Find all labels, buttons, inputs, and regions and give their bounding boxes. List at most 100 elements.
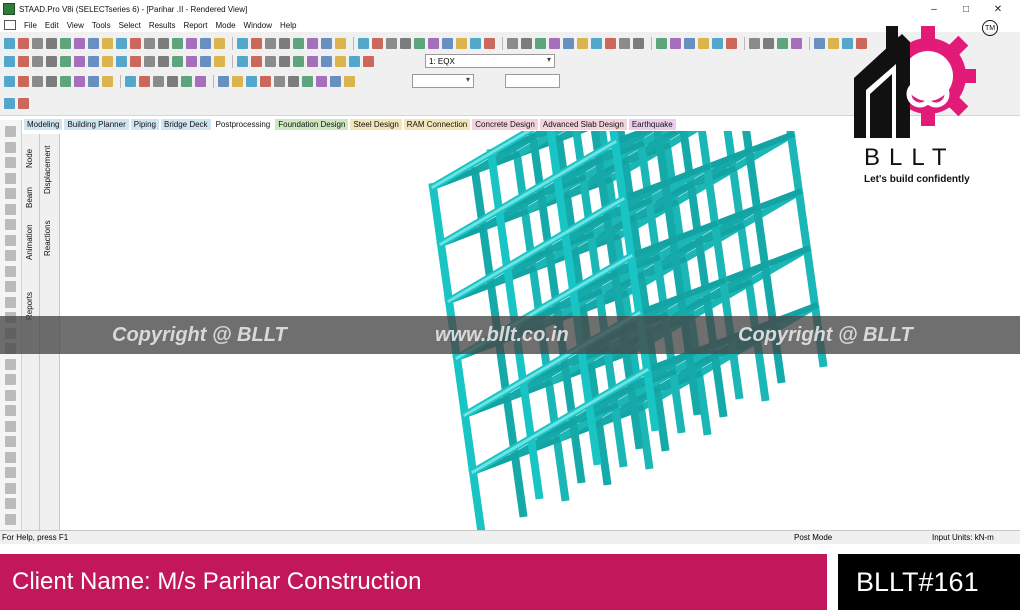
toolbar-tool-icon[interactable] <box>563 37 574 49</box>
toolbar-tool-icon[interactable] <box>4 75 15 87</box>
toolbar-tool-icon[interactable] <box>265 37 276 49</box>
toolbar-tool-icon[interactable] <box>307 55 318 67</box>
cursor-tool-icon[interactable] <box>5 358 16 370</box>
toolbar-tool-icon[interactable] <box>251 55 262 67</box>
cursor-tool-icon[interactable] <box>5 374 16 385</box>
menu-help[interactable]: Help <box>276 21 300 30</box>
page-tab-building-planner[interactable]: Building Planner <box>64 118 129 130</box>
toolbar-tool-icon[interactable] <box>144 55 155 67</box>
toolbar-tool-icon[interactable] <box>102 55 113 67</box>
toolbar-tool-icon[interactable] <box>791 37 802 49</box>
toolbar-tool-icon[interactable] <box>335 37 346 49</box>
page-tab-steel-design[interactable]: Steel Design <box>350 118 402 130</box>
toolbar-tool-icon[interactable] <box>125 75 136 87</box>
toolbar-tool-icon[interactable] <box>237 55 248 67</box>
toolbar-tool-icon[interactable] <box>363 55 374 67</box>
toolbar-tool-icon[interactable] <box>400 37 411 49</box>
toolbar-tool-icon[interactable] <box>321 55 332 67</box>
toolbar-tool-icon[interactable] <box>749 37 760 49</box>
toolbar-tool-icon[interactable] <box>712 37 723 49</box>
toolbar-tool-icon[interactable] <box>591 37 602 49</box>
toolbar-tool-icon[interactable] <box>372 37 383 49</box>
cursor-tool-icon[interactable] <box>5 436 16 447</box>
toolbar-tool-icon[interactable] <box>32 37 43 49</box>
page-tab-piping[interactable]: Piping <box>130 118 159 130</box>
toolbar-tool-icon[interactable] <box>549 37 560 49</box>
cursor-tool-icon[interactable] <box>5 126 16 137</box>
cursor-tool-icon[interactable] <box>5 203 16 215</box>
toolbar-tool-icon[interactable] <box>330 75 341 87</box>
toolbar-tool-icon[interactable] <box>293 37 304 49</box>
toolbar-tool-icon[interactable] <box>195 75 206 87</box>
toolbar-tool-icon[interactable] <box>130 37 141 49</box>
toolbar-tool-icon[interactable] <box>46 75 57 87</box>
toolbar-tool-icon[interactable] <box>470 37 481 49</box>
toolbar-tool-icon[interactable] <box>726 37 737 49</box>
toolbar-tool-icon[interactable] <box>232 75 243 87</box>
toolbar-tool-icon[interactable] <box>102 75 113 87</box>
cursor-tool-icon[interactable] <box>5 467 16 478</box>
toolbar-tool-icon[interactable] <box>344 75 355 87</box>
scale-input[interactable] <box>505 74 560 88</box>
toolbar-tool-icon[interactable] <box>218 75 229 87</box>
toolbar-tool-icon[interactable] <box>60 75 71 87</box>
toolbar-tool-icon[interactable] <box>158 55 169 67</box>
toolbar-tool-icon[interactable] <box>246 75 257 87</box>
page-tab-postprocessing[interactable]: Postprocessing <box>212 118 274 130</box>
toolbar-tool-icon[interactable] <box>60 55 71 67</box>
page-tab-modeling[interactable]: Modeling <box>24 118 63 130</box>
maximize-button[interactable]: □ <box>950 0 982 18</box>
toolbar-tool-icon[interactable] <box>4 97 15 109</box>
cursor-tool-icon[interactable] <box>5 265 16 277</box>
toolbar-tool-icon[interactable] <box>74 55 85 67</box>
cursor-tool-icon[interactable] <box>5 172 16 184</box>
page-tab-bridge-deck[interactable]: Bridge Deck <box>160 118 211 130</box>
toolbar-tool-icon[interactable] <box>521 37 532 49</box>
toolbar-tool-icon[interactable] <box>265 55 276 67</box>
toolbar-tool-icon[interactable] <box>321 37 332 49</box>
cursor-tool-icon[interactable] <box>5 513 16 525</box>
toolbar-tool-icon[interactable] <box>335 55 346 67</box>
toolbar-tool-icon[interactable] <box>46 55 57 67</box>
toolbar-tool-icon[interactable] <box>274 75 285 87</box>
toolbar-tool-icon[interactable] <box>18 37 29 49</box>
toolbar-tool-icon[interactable] <box>349 55 360 67</box>
minimize-button[interactable]: – <box>918 0 950 18</box>
toolbar-tool-icon[interactable] <box>18 55 29 67</box>
toolbar-tool-icon[interactable] <box>507 37 518 49</box>
toolbar-tool-icon[interactable] <box>88 37 99 49</box>
tab-animation[interactable]: Animation <box>25 224 34 260</box>
toolbar-tool-icon[interactable] <box>414 37 425 49</box>
load-case-select[interactable]: 1: EQX <box>425 54 555 68</box>
toolbar-tool-icon[interactable] <box>698 37 709 49</box>
toolbar-tool-icon[interactable] <box>279 55 290 67</box>
tab-displacement[interactable]: Displacement <box>43 146 52 194</box>
toolbar-tool-icon[interactable] <box>442 37 453 49</box>
toolbar-tool-icon[interactable] <box>484 37 495 49</box>
toolbar-tool-icon[interactable] <box>237 37 248 49</box>
toolbar-tool-icon[interactable] <box>186 37 197 49</box>
cursor-tool-icon[interactable] <box>5 188 16 199</box>
toolbar-tool-icon[interactable] <box>279 37 290 49</box>
menu-results[interactable]: Results <box>145 21 180 30</box>
page-tab-concrete-design[interactable]: Concrete Design <box>472 118 538 130</box>
close-button[interactable]: ✕ <box>982 0 1014 18</box>
toolbar-tool-icon[interactable] <box>18 97 29 109</box>
page-tab-advanced-slab-design[interactable]: Advanced Slab Design <box>539 118 627 130</box>
page-tab-earthquake[interactable]: Earthquake <box>628 118 676 130</box>
toolbar-tool-icon[interactable] <box>656 37 667 49</box>
cursor-tool-icon[interactable] <box>5 296 16 308</box>
toolbar-tool-icon[interactable] <box>428 37 439 49</box>
toolbar-tool-icon[interactable] <box>139 75 150 87</box>
toolbar-tool-icon[interactable] <box>172 55 183 67</box>
toolbar-tool-icon[interactable] <box>670 37 681 49</box>
toolbar-tool-icon[interactable] <box>32 75 43 87</box>
toolbar-tool-icon[interactable] <box>181 75 192 87</box>
toolbar-tool-icon[interactable] <box>214 37 225 49</box>
toolbar-tool-icon[interactable] <box>456 37 467 49</box>
toolbar-tool-icon[interactable] <box>74 75 85 87</box>
toolbar-tool-icon[interactable] <box>32 55 43 67</box>
cursor-tool-icon[interactable] <box>5 281 16 292</box>
menu-edit[interactable]: Edit <box>41 21 63 30</box>
toolbar-tool-icon[interactable] <box>144 37 155 49</box>
